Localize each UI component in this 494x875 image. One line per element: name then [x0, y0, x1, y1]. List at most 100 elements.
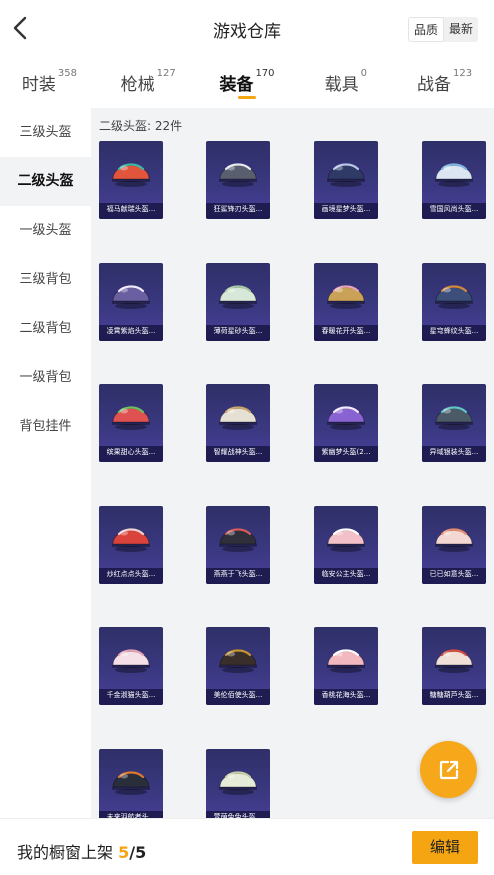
card-base: [206, 337, 270, 341]
item-name: 已已如意头盔...: [422, 567, 486, 581]
item-card[interactable]: 雪国风尚头盔...: [422, 141, 486, 219]
item-card[interactable]: 炒红点点头盔...: [99, 505, 163, 584]
card-base: [99, 337, 163, 341]
item-name: 未来羽航者头...: [99, 811, 163, 818]
item-name: 香桃花海头盔...: [314, 689, 378, 703]
sort-by-quality[interactable]: 品质: [407, 17, 444, 42]
sidebar: 三级头盔 二级头盔 一级头盔 三级背包 二级背包 一级背包 背包挂件: [0, 108, 91, 818]
item-name: 燕燕于飞头盔...: [206, 567, 270, 581]
header: 游戏仓库 品质 最新: [0, 0, 494, 56]
sidebar-item-level3-backpack[interactable]: 三级背包: [0, 255, 91, 304]
sidebar-item-level2-backpack[interactable]: 二级背包: [0, 304, 91, 353]
item-card[interactable]: 福马献瑞头盔...: [99, 141, 163, 219]
item-card[interactable]: 春暖花开头盔...: [314, 262, 378, 341]
card-base: [314, 459, 378, 463]
helmet-icon: [219, 649, 257, 674]
item-card[interactable]: 临安公主头盔...: [314, 505, 378, 584]
showcase-bar: 我的橱窗上架 5/5 编辑: [0, 818, 494, 875]
item-name: 福马献瑞头盔...: [99, 203, 163, 216]
item-card[interactable]: 凌霄紫焰头盔...: [99, 262, 163, 341]
item-card[interactable]: 异域银装头盔...: [422, 384, 486, 463]
item-name: 美伦佰使头盔...: [206, 689, 270, 703]
item-card[interactable]: 美伦佰使头盔...: [206, 627, 270, 706]
tab-count: 123: [453, 67, 473, 79]
item-card[interactable]: 燕燕于飞头盔...: [206, 505, 270, 584]
card-base: [99, 702, 163, 706]
helmet-icon: [327, 284, 365, 309]
tab-guns[interactable]: 枪械127: [99, 62, 198, 106]
helmet-icon: [435, 284, 473, 309]
card-base: [422, 580, 486, 584]
item-name: 异域银装头盔...: [422, 446, 486, 460]
sort-by-latest[interactable]: 最新: [444, 17, 478, 42]
item-name: 临安公主头盔...: [314, 567, 378, 581]
helmet-icon: [327, 406, 365, 431]
category-tabs: 时装358 枪械127 装备170 载具0 战备123: [0, 62, 494, 106]
helmet-icon: [219, 284, 257, 309]
card-base: [206, 216, 270, 219]
tab-label: 战备: [417, 75, 452, 95]
helmet-icon: [435, 163, 473, 187]
item-card[interactable]: 薄荷星砂头盔...: [206, 262, 270, 341]
helmet-icon: [219, 528, 257, 552]
item-card[interactable]: 萱萌兔兔头盔...: [206, 749, 270, 818]
share-button[interactable]: [420, 741, 477, 798]
card-base: [422, 459, 486, 463]
card-base: [99, 580, 163, 584]
helmet-icon: [327, 163, 365, 187]
external-link-icon: [439, 760, 458, 779]
card-base: [314, 216, 378, 219]
helmet-icon: [219, 771, 257, 795]
item-name: 星穹蜂纹头盔...: [422, 324, 486, 338]
item-card[interactable]: 糖糖葫芦头盔...: [422, 627, 486, 706]
sidebar-item-backpack-pendant[interactable]: 背包挂件: [0, 402, 91, 451]
item-name: 缤果甜心头盔...: [99, 446, 163, 460]
helmet-icon: [327, 528, 365, 552]
helmet-icon: [112, 163, 150, 187]
item-card[interactable]: 缤果甜心头盔...: [99, 384, 163, 463]
active-tab-indicator: [237, 96, 256, 99]
item-card[interactable]: 香桃花海头盔...: [314, 627, 378, 706]
item-grid-panel: 二级头盔: 22件 福马献瑞头盔... 狂鲨锋刃头盔... 画境星梦头盔... 雪国风…: [91, 108, 494, 818]
item-card[interactable]: 未来羽航者头...: [99, 749, 163, 818]
item-card[interactable]: 画境星梦头盔...: [314, 141, 378, 219]
sidebar-item-level2-helmet[interactable]: 二级头盔: [0, 157, 91, 206]
helmet-icon: [327, 649, 365, 674]
sidebar-item-level1-backpack[interactable]: 一级背包: [0, 353, 91, 402]
showcase-max-count: 5: [135, 843, 147, 862]
helmet-icon: [435, 649, 473, 674]
item-name: 智耀战神头盔...: [206, 446, 270, 460]
tab-label: 装备: [219, 75, 254, 95]
tab-fashion[interactable]: 时装358: [0, 62, 99, 106]
card-base: [422, 216, 486, 219]
sidebar-item-level3-helmet[interactable]: 三级头盔: [0, 108, 91, 157]
item-name: 炒红点点头盔...: [99, 567, 163, 581]
edit-button[interactable]: 编辑: [412, 831, 478, 864]
item-name: 紫幽梦头盔(2...: [314, 446, 378, 460]
tab-vehicles[interactable]: 载具0: [296, 62, 395, 106]
item-card[interactable]: 智耀战神头盔...: [206, 384, 270, 463]
item-card[interactable]: 狂鲨锋刃头盔...: [206, 141, 270, 219]
helmet-icon: [435, 406, 473, 431]
tab-count: 127: [156, 67, 176, 79]
card-base: [314, 337, 378, 341]
item-card[interactable]: 已已如意头盔...: [422, 505, 486, 584]
tab-supplies[interactable]: 战备123: [395, 62, 494, 106]
item-card[interactable]: 千金淑猫头盔...: [99, 627, 163, 706]
card-base: [314, 702, 378, 706]
item-card[interactable]: 紫幽梦头盔(2...: [314, 384, 378, 463]
sidebar-item-level1-helmet[interactable]: 一级头盔: [0, 206, 91, 255]
item-name: 雪国风尚头盔...: [422, 203, 486, 216]
tab-count: 358: [57, 67, 77, 79]
helmet-icon: [112, 649, 150, 674]
card-base: [206, 702, 270, 706]
helmet-icon: [112, 528, 150, 552]
card-base: [99, 459, 163, 463]
card-base: [314, 580, 378, 584]
helmet-icon: [112, 771, 150, 795]
card-base: [99, 216, 163, 219]
tab-count: 0: [360, 67, 367, 79]
section-label: 二级头盔: 22件: [99, 119, 183, 133]
item-card[interactable]: 星穹蜂纹头盔...: [422, 262, 486, 341]
tab-equipment[interactable]: 装备170: [198, 62, 297, 106]
